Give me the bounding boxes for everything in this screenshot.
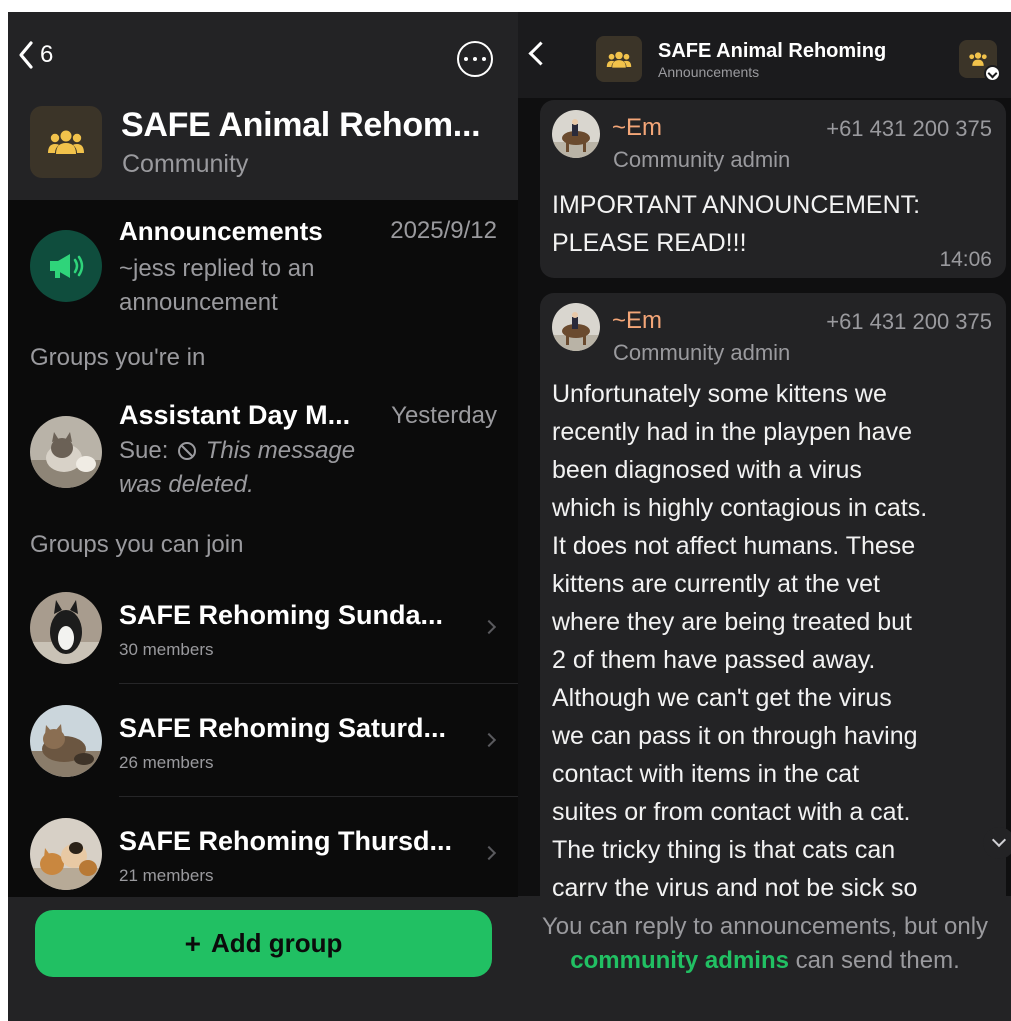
more-icon-dot [482,57,486,61]
message-line: contact with items in the cat [552,760,860,788]
message-line: kittens are currently at the vet [552,570,880,598]
sender-name[interactable]: ~Em [612,307,662,335]
avatar [30,416,102,488]
message-bubble[interactable]: ~Em +61 431 200 375 Community admin Unfo… [540,293,1006,913]
sender-phone: +61 431 200 375 [826,309,992,334]
message-line: It does not affect humans. These [552,532,916,560]
community-header: 6 SAFE Animal Rehom... Community [8,12,518,200]
message-line: suites or from contact with a cat. [552,798,911,826]
chevron-right-icon [481,732,497,748]
joinable-group-name: SAFE Rehoming Thursd... [119,826,453,856]
community-title: SAFE Animal Rehom... [121,106,481,144]
message-line: been diagnosed with a virus [552,456,862,484]
reply-notice: You can reply to announcements, but only… [530,910,1000,978]
community-button[interactable] [959,40,1001,82]
section-groups-join: Groups you can join [30,531,244,558]
chevron-left-icon [19,41,33,69]
add-group-label: Add group [210,928,343,958]
message-line: we can pass it on through having [552,722,918,750]
blocked-icon [178,442,197,460]
back-button[interactable]: 6 [18,40,53,70]
chat-footer: You can reply to announcements, but only… [518,896,1011,1021]
chat-header: SAFE Animal Rehoming Announcements [518,12,1011,98]
group-time: Yesterday [391,402,497,429]
announcements-avatar [30,230,102,302]
announcements-row[interactable]: Announcements 2025/9/12 ~jess replied to… [8,212,518,332]
message-line: 2 of them have passed away. [552,646,876,674]
chat-messages[interactable]: ~Em +61 431 200 375 Community admin IMPO… [518,98,1011,913]
chat-subtitle: Announcements [658,64,760,80]
community-icon [48,130,84,154]
avatar [30,818,102,890]
add-group-button[interactable]: + Add group [35,910,492,977]
chevron-down-icon[interactable] [983,827,1011,859]
message-body: Unfortunately some kittens we recently h… [552,375,1002,907]
more-icon-dot [473,57,477,61]
section-groups-in: Groups you're in [30,344,206,371]
message-line: where they are being treated but [552,608,912,636]
back-count: 6 [40,41,54,68]
community-panel: 6 SAFE Animal Rehom... Community Announc… [8,12,518,1021]
left-footer: + Add group [8,897,518,1021]
chat-avatar[interactable] [596,36,642,82]
message-line: which is highly contagious in cats. [552,494,928,522]
avatar [30,705,102,777]
sender-name[interactable]: ~Em [612,114,662,142]
chevron-right-icon [481,845,497,861]
sender-role: Community admin [613,147,791,172]
message-text: IMPORTANT ANNOUNCEMENT: PLEASE READ!!! [552,191,921,257]
sender-avatar[interactable] [552,303,600,351]
group-preview: Sue: This message was deleted. [119,434,399,502]
more-options-button[interactable] [457,41,493,77]
message-time: 14:06 [939,248,992,271]
avatar [30,592,102,664]
joinable-group-row[interactable]: SAFE Rehoming Thursd... 21 members [8,808,518,898]
chat-title: SAFE Animal Rehoming [658,40,887,62]
announcements-date: 2025/9/12 [390,217,497,244]
more-icon [464,57,468,61]
joinable-group-row[interactable]: SAFE Rehoming Saturd... 26 members [8,695,518,797]
sender-avatar[interactable] [552,110,600,158]
notice-text-end: can send them. [795,947,960,974]
joinable-group-members: 26 members [119,753,214,772]
community-icon [969,52,987,66]
sender-phone: +61 431 200 375 [826,116,992,141]
announcements-chat: SAFE Animal Rehoming Announcements ~Em +… [518,12,1011,1021]
notice-text: You can reply to announcements, but only [541,913,989,940]
row-divider [119,683,518,684]
message-line: Although we can't get the virus [552,684,892,712]
community-avatar[interactable] [30,106,102,178]
community-icon [606,51,632,68]
megaphone-icon [50,254,84,278]
joinable-group-name: SAFE Rehoming Saturd... [119,713,447,743]
joinable-group-members: 30 members [119,640,214,659]
group-name: Assistant Day M... [119,400,351,430]
joinable-group-members: 21 members [119,866,214,885]
message-line: The tricky thing is that cats can [552,836,896,864]
message-line: Unfortunately some kittens we [552,380,887,408]
announcements-preview: ~jess replied to an announcement [119,255,315,316]
sender-role: Community admin [613,340,791,365]
joinable-group-name: SAFE Rehoming Sunda... [119,600,444,630]
plus-icon: + [184,927,201,959]
community-subtitle: Community [122,150,249,178]
announcements-title: Announcements [119,216,323,246]
joinable-group-row[interactable]: SAFE Rehoming Sunda... 30 members [8,582,518,684]
chevron-right-icon [481,619,497,635]
preview-sender: Sue: [119,437,169,464]
check-badge-icon [984,65,1001,82]
row-divider [119,796,518,797]
message-bubble[interactable]: ~Em +61 431 200 375 Community admin IMPO… [540,100,1006,278]
chevron-left-icon[interactable] [528,41,553,66]
group-row-assistant-day[interactable]: Assistant Day M... Yesterday Sue: This m… [8,396,518,504]
message-line: recently had in the playpen have [552,418,912,446]
community-admins-link[interactable]: community admins [570,947,789,974]
